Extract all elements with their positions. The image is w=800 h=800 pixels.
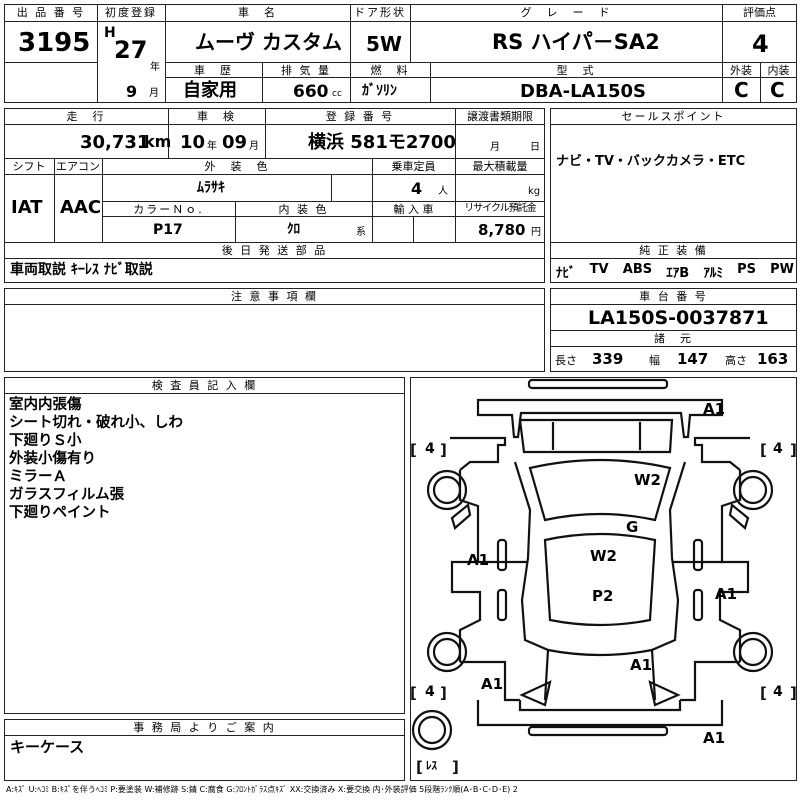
spare-tire-label: ﾚｽ [426,759,437,772]
legend: A:ｷｽﾞ U:ﾍｺﾐ B:ｷｽﾞを伴うﾍｺﾐ P:要塗装 W:補修跡 S:錆 … [6,785,518,794]
tire-rear-left: 4 [425,684,435,700]
damage-diagram: [] [] [] [] [] [410,378,797,776]
damage-mark: A1 [715,585,738,603]
damage-mark: A1 [703,400,726,418]
svg-text:[: [ [410,684,417,702]
damage-mark: P2 [592,587,614,605]
tire-rear-right: 4 [773,684,783,700]
damage-mark: W2 [590,547,617,565]
damage-mark: W2 [634,471,661,489]
damage-mark: A1 [481,675,504,693]
damage-mark: A1 [467,551,490,569]
svg-text:[: [ [416,758,423,776]
tire-front-right: 4 [773,441,783,457]
tire-front-left: 4 [425,441,435,457]
svg-text:]: ] [790,684,797,702]
damage-mark: A1 [630,656,653,674]
svg-text:]: ] [440,684,447,702]
damage-mark: A1 [703,729,726,747]
svg-text:[: [ [410,441,417,459]
svg-text:]: ] [790,441,797,459]
svg-text:[: [ [760,684,767,702]
damage-mark: G [626,518,639,536]
svg-text:[: [ [760,441,767,459]
svg-text:]: ] [452,758,459,776]
svg-text:]: ] [440,441,447,459]
